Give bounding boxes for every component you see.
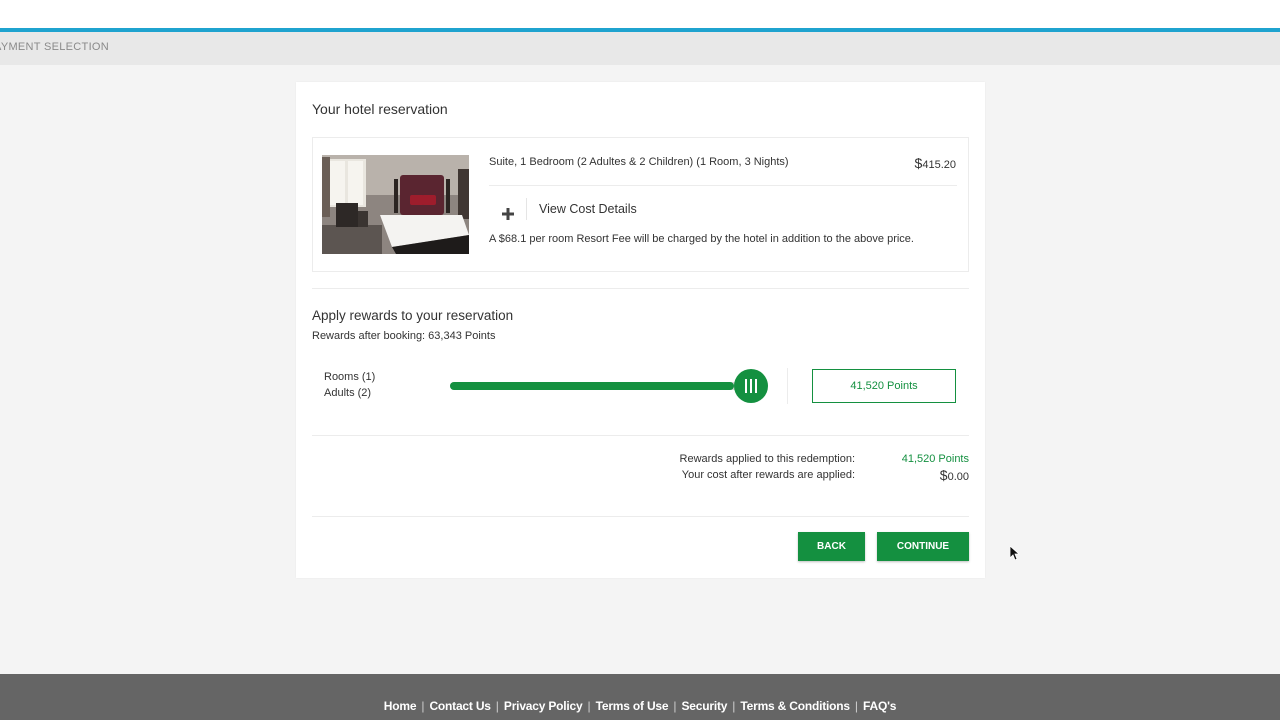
occupancy-labels: Rooms (1) Adults (2) xyxy=(324,369,375,401)
plus-icon xyxy=(502,207,514,220)
mouse-cursor-icon xyxy=(1010,546,1020,560)
room-price: $415.20 xyxy=(915,155,956,171)
footer-link-privacy-policy[interactable]: Privacy Policy xyxy=(499,699,588,713)
divider xyxy=(787,368,788,404)
cost-amount: 0.00 xyxy=(947,471,969,483)
cost-after-rewards-label: Your cost after rewards are applied: xyxy=(681,469,855,481)
footer: Home | Contact Us | Privacy Policy | Terms of … xyxy=(0,674,1280,720)
room-divider xyxy=(489,185,957,186)
back-button[interactable]: BACK xyxy=(798,532,865,561)
rooms-label: Rooms (1) xyxy=(324,371,376,383)
adults-label: Adults (2) xyxy=(324,387,372,399)
grip-line xyxy=(750,379,752,393)
section-divider xyxy=(312,435,969,436)
rewards-after-booking: Rewards after booking: 63,343 Points xyxy=(312,330,496,342)
footer-link-home[interactable]: Home xyxy=(379,699,422,713)
reservation-title: Your hotel reservation xyxy=(312,101,448,117)
grip-line xyxy=(755,379,757,393)
room-photo xyxy=(322,155,469,254)
footer-link-contact-us[interactable]: Contact Us xyxy=(424,699,495,713)
footer-link-terms-conditions[interactable]: Terms & Conditions xyxy=(735,699,855,713)
step-bar: AYMENT SELECTION xyxy=(0,32,1280,65)
room-summary: Suite, 1 Bedroom (2 Adultes & 2 Children… xyxy=(312,137,969,272)
rewards-title: Apply rewards to your reservation xyxy=(312,308,514,323)
footer-link-faq-s[interactable]: FAQ's xyxy=(858,699,901,713)
rewards-applied-label: Rewards applied to this redemption: xyxy=(679,453,855,465)
price-amount: 415.20 xyxy=(922,159,956,171)
rewards-slider-fill xyxy=(450,382,734,390)
view-cost-details-link[interactable]: View Cost Details xyxy=(539,202,637,216)
room-description: Suite, 1 Bedroom (2 Adultes & 2 Children… xyxy=(489,156,789,168)
section-divider xyxy=(312,516,969,517)
rewards-slider-handle[interactable] xyxy=(734,369,768,403)
points-input[interactable]: 41,520 Points xyxy=(812,369,956,403)
cost-currency: $ xyxy=(939,467,948,483)
step-label: AYMENT SELECTION xyxy=(0,41,110,53)
top-header-bar xyxy=(0,0,1280,32)
rewards-applied-value: 41,520 Points xyxy=(901,453,969,465)
continue-button[interactable]: CONTINUE xyxy=(877,532,969,561)
footer-link-terms-of-use[interactable]: Terms of Use xyxy=(591,699,674,713)
footer-links: Home | Contact Us | Privacy Policy | Terms of … xyxy=(0,699,1280,713)
expand-cost-button[interactable] xyxy=(497,200,519,222)
reservation-card: Your hotel reservation Suite, 1 Bedroom … xyxy=(296,82,985,578)
cost-after-rewards-value: $0.00 xyxy=(940,467,969,483)
rewards-slider-track[interactable] xyxy=(450,382,750,390)
divider xyxy=(526,198,527,220)
footer-link-security[interactable]: Security xyxy=(677,699,733,713)
grip-line xyxy=(745,379,747,393)
section-divider xyxy=(312,288,969,289)
resort-fee-note: A $68.1 per room Resort Fee will be char… xyxy=(489,233,914,245)
